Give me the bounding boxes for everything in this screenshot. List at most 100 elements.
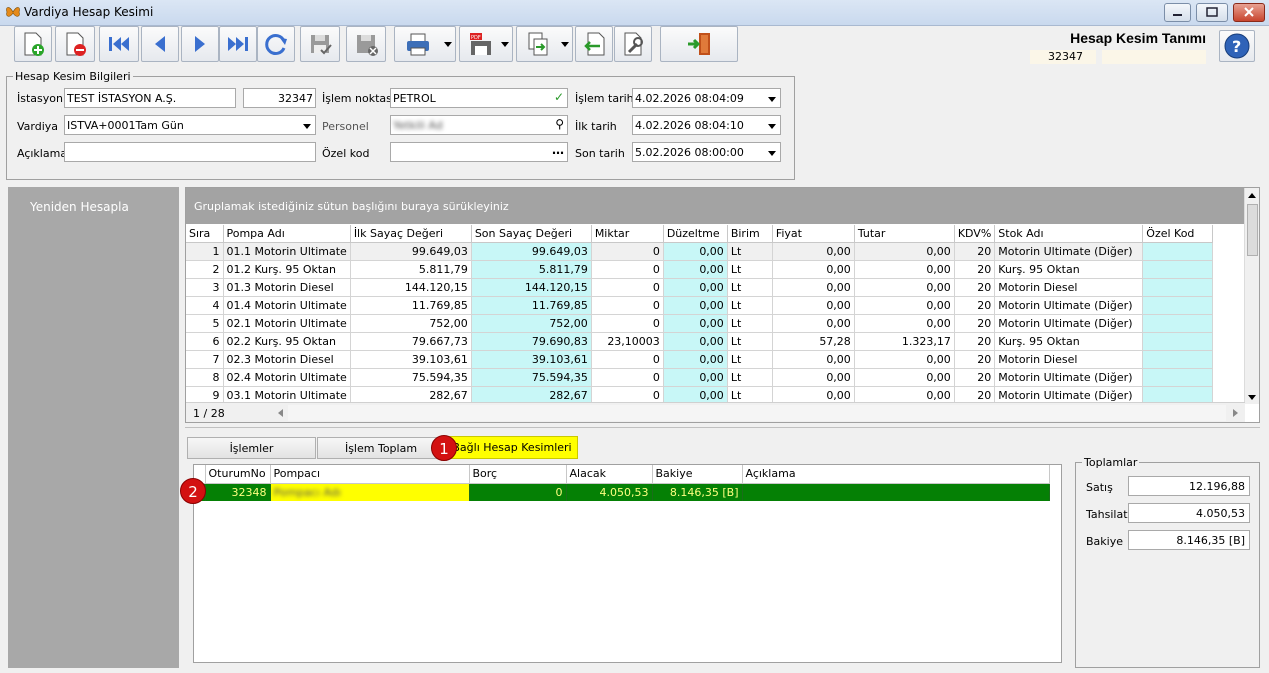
chevron-down-icon[interactable] <box>768 151 776 156</box>
column-header[interactable]: Son Sayaç Değeri <box>471 225 592 243</box>
table-cell[interactable]: 0 <box>591 296 664 315</box>
table-cell[interactable]: 8.146,35 [B] <box>652 483 743 501</box>
scroll-left-icon[interactable] <box>278 409 283 417</box>
table-row[interactable]: 8 02.4 Motorin Ultimate 75.594,35 75.594,35… <box>186 368 1214 387</box>
column-header[interactable]: Bakiye <box>652 465 743 484</box>
help-button[interactable]: ? <box>1219 30 1255 62</box>
table-cell[interactable]: 75.594,35 <box>471 368 592 387</box>
table-cell[interactable]: 01.3 Motorin Diesel <box>223 278 351 297</box>
table-cell[interactable] <box>1142 368 1214 387</box>
table-cell[interactable]: 1 <box>186 242 224 261</box>
column-header[interactable]: İlk Sayaç Değeri <box>350 225 472 243</box>
ilk-tarih-field[interactable]: 4.02.2026 08:04:10 <box>632 115 781 135</box>
table-cell[interactable]: 144.120,15 <box>471 278 592 297</box>
satis-field[interactable]: 12.196,88 <box>1128 476 1250 496</box>
table-cell[interactable] <box>1142 278 1214 297</box>
column-header[interactable]: Pompa Adı <box>223 225 351 243</box>
table-cell[interactable]: 20 <box>954 332 996 351</box>
next-record-button[interactable] <box>181 26 219 62</box>
horizontal-scrollbar[interactable] <box>288 405 1226 421</box>
table-cell[interactable]: 6 <box>186 332 224 351</box>
new-record-button[interactable] <box>14 26 52 62</box>
table-cell[interactable]: 0,00 <box>663 314 728 333</box>
table-cell[interactable] <box>1142 314 1214 333</box>
tab-islemler[interactable]: İşlemler <box>187 437 316 459</box>
save-button[interactable] <box>300 26 340 62</box>
column-header[interactable]: Borç <box>469 465 567 484</box>
table-cell[interactable]: 0 <box>591 278 664 297</box>
table-cell[interactable]: 0,00 <box>772 314 855 333</box>
table-cell[interactable]: 5 <box>186 314 224 333</box>
table-cell[interactable]: 39.103,61 <box>350 350 472 369</box>
splitter[interactable] <box>185 427 1260 428</box>
table-cell[interactable]: 144.120,15 <box>350 278 472 297</box>
chevron-down-icon[interactable] <box>303 124 311 129</box>
exit-button[interactable] <box>660 26 738 62</box>
table-cell[interactable]: Motorin Ultimate (Diğer) <box>994 296 1144 315</box>
table-cell[interactable]: 0,00 <box>854 350 955 369</box>
tab-islem-toplam[interactable]: İşlem Toplam <box>317 437 445 459</box>
column-header[interactable]: Pompacı <box>270 465 470 484</box>
table-cell[interactable]: 11.769,85 <box>471 296 592 315</box>
table-cell[interactable]: 11.769,85 <box>350 296 472 315</box>
copy-button[interactable] <box>516 26 573 62</box>
table-cell[interactable]: Motorin Diesel <box>994 278 1144 297</box>
column-header[interactable]: Açıklama <box>742 465 1050 484</box>
minimize-button[interactable] <box>1164 3 1191 22</box>
last-record-button[interactable] <box>219 26 257 62</box>
table-cell[interactable]: 02.1 Motorin Ultimate <box>223 314 351 333</box>
table-cell[interactable]: 0,00 <box>772 260 855 279</box>
table-cell[interactable]: 0,00 <box>854 296 955 315</box>
table-cell[interactable]: 02.2 Kurş. 95 Oktan <box>223 332 351 351</box>
table-row[interactable]: 5 02.1 Motorin Ultimate 752,00 752,00 0 0,00 L… <box>186 314 1214 333</box>
table-cell[interactable]: 32348 <box>205 483 271 501</box>
table-cell[interactable]: 02.3 Motorin Diesel <box>223 350 351 369</box>
table-cell[interactable]: Lt <box>727 296 773 315</box>
table-cell[interactable]: 0,00 <box>772 368 855 387</box>
table-cell[interactable] <box>1142 242 1214 261</box>
tahsilat-field[interactable]: 4.050,53 <box>1128 503 1250 523</box>
table-cell[interactable]: 0,00 <box>772 296 855 315</box>
table-cell[interactable]: 5.811,79 <box>471 260 592 279</box>
table-cell[interactable]: 4 <box>186 296 224 315</box>
table-cell[interactable]: 0 <box>591 242 664 261</box>
table-cell[interactable]: 5.811,79 <box>350 260 472 279</box>
table-cell[interactable]: 0,00 <box>854 242 955 261</box>
vertical-scrollbar[interactable] <box>1244 188 1259 404</box>
table-cell[interactable]: 02.4 Motorin Ultimate <box>223 368 351 387</box>
table-cell[interactable]: 01.2 Kurş. 95 Oktan <box>223 260 351 279</box>
cancel-save-button[interactable] <box>346 26 386 62</box>
scroll-thumb[interactable] <box>1247 204 1258 256</box>
table-row[interactable]: 32348 Pompacı Adı 0 4.050,53 8.146,35 [B] <box>194 483 1050 501</box>
table-row[interactable]: 7 02.3 Motorin Diesel 39.103,61 39.103,61 0 0… <box>186 350 1214 369</box>
table-cell[interactable] <box>1142 350 1214 369</box>
table-row[interactable]: 3 01.3 Motorin Diesel 144.120,15 144.120,15… <box>186 278 1214 297</box>
table-cell[interactable]: 752,00 <box>471 314 592 333</box>
personel-field[interactable]: Yetkili Ad ⚲ <box>390 115 568 135</box>
islem-tarihi-field[interactable]: 4.02.2026 08:04:09 <box>632 88 781 108</box>
table-cell[interactable]: 20 <box>954 278 996 297</box>
table-cell[interactable]: Lt <box>727 350 773 369</box>
close-button[interactable] <box>1233 3 1265 22</box>
table-cell[interactable]: 0,00 <box>663 278 728 297</box>
table-cell[interactable]: Lt <box>727 314 773 333</box>
table-cell[interactable] <box>1142 332 1214 351</box>
table-cell[interactable]: 23,10003 <box>591 332 664 351</box>
table-cell[interactable]: 0,00 <box>854 368 955 387</box>
recalculate-button[interactable]: Yeniden Hesapla <box>30 200 129 214</box>
table-row[interactable]: 2 01.2 Kurş. 95 Oktan 5.811,79 5.811,79 0 0,0… <box>186 260 1214 279</box>
maximize-button[interactable] <box>1196 3 1228 22</box>
column-header[interactable]: KDV% <box>954 225 996 243</box>
table-cell[interactable]: 8 <box>186 368 224 387</box>
table-row[interactable]: 1 01.1 Motorin Ultimate 99.649,03 99.649,03… <box>186 242 1214 261</box>
table-cell[interactable]: 20 <box>954 296 996 315</box>
group-by-band[interactable]: Gruplamak istediğiniz sütun başlığını bu… <box>186 188 1245 224</box>
table-cell[interactable]: Lt <box>727 368 773 387</box>
first-record-button[interactable] <box>99 26 139 62</box>
table-cell[interactable]: 0,00 <box>663 260 728 279</box>
ellipsis-icon[interactable]: … <box>552 143 564 157</box>
table-cell[interactable] <box>742 483 1050 501</box>
table-cell[interactable]: 0 <box>591 350 664 369</box>
table-cell[interactable]: 20 <box>954 242 996 261</box>
column-header[interactable]: Düzeltme <box>663 225 728 243</box>
